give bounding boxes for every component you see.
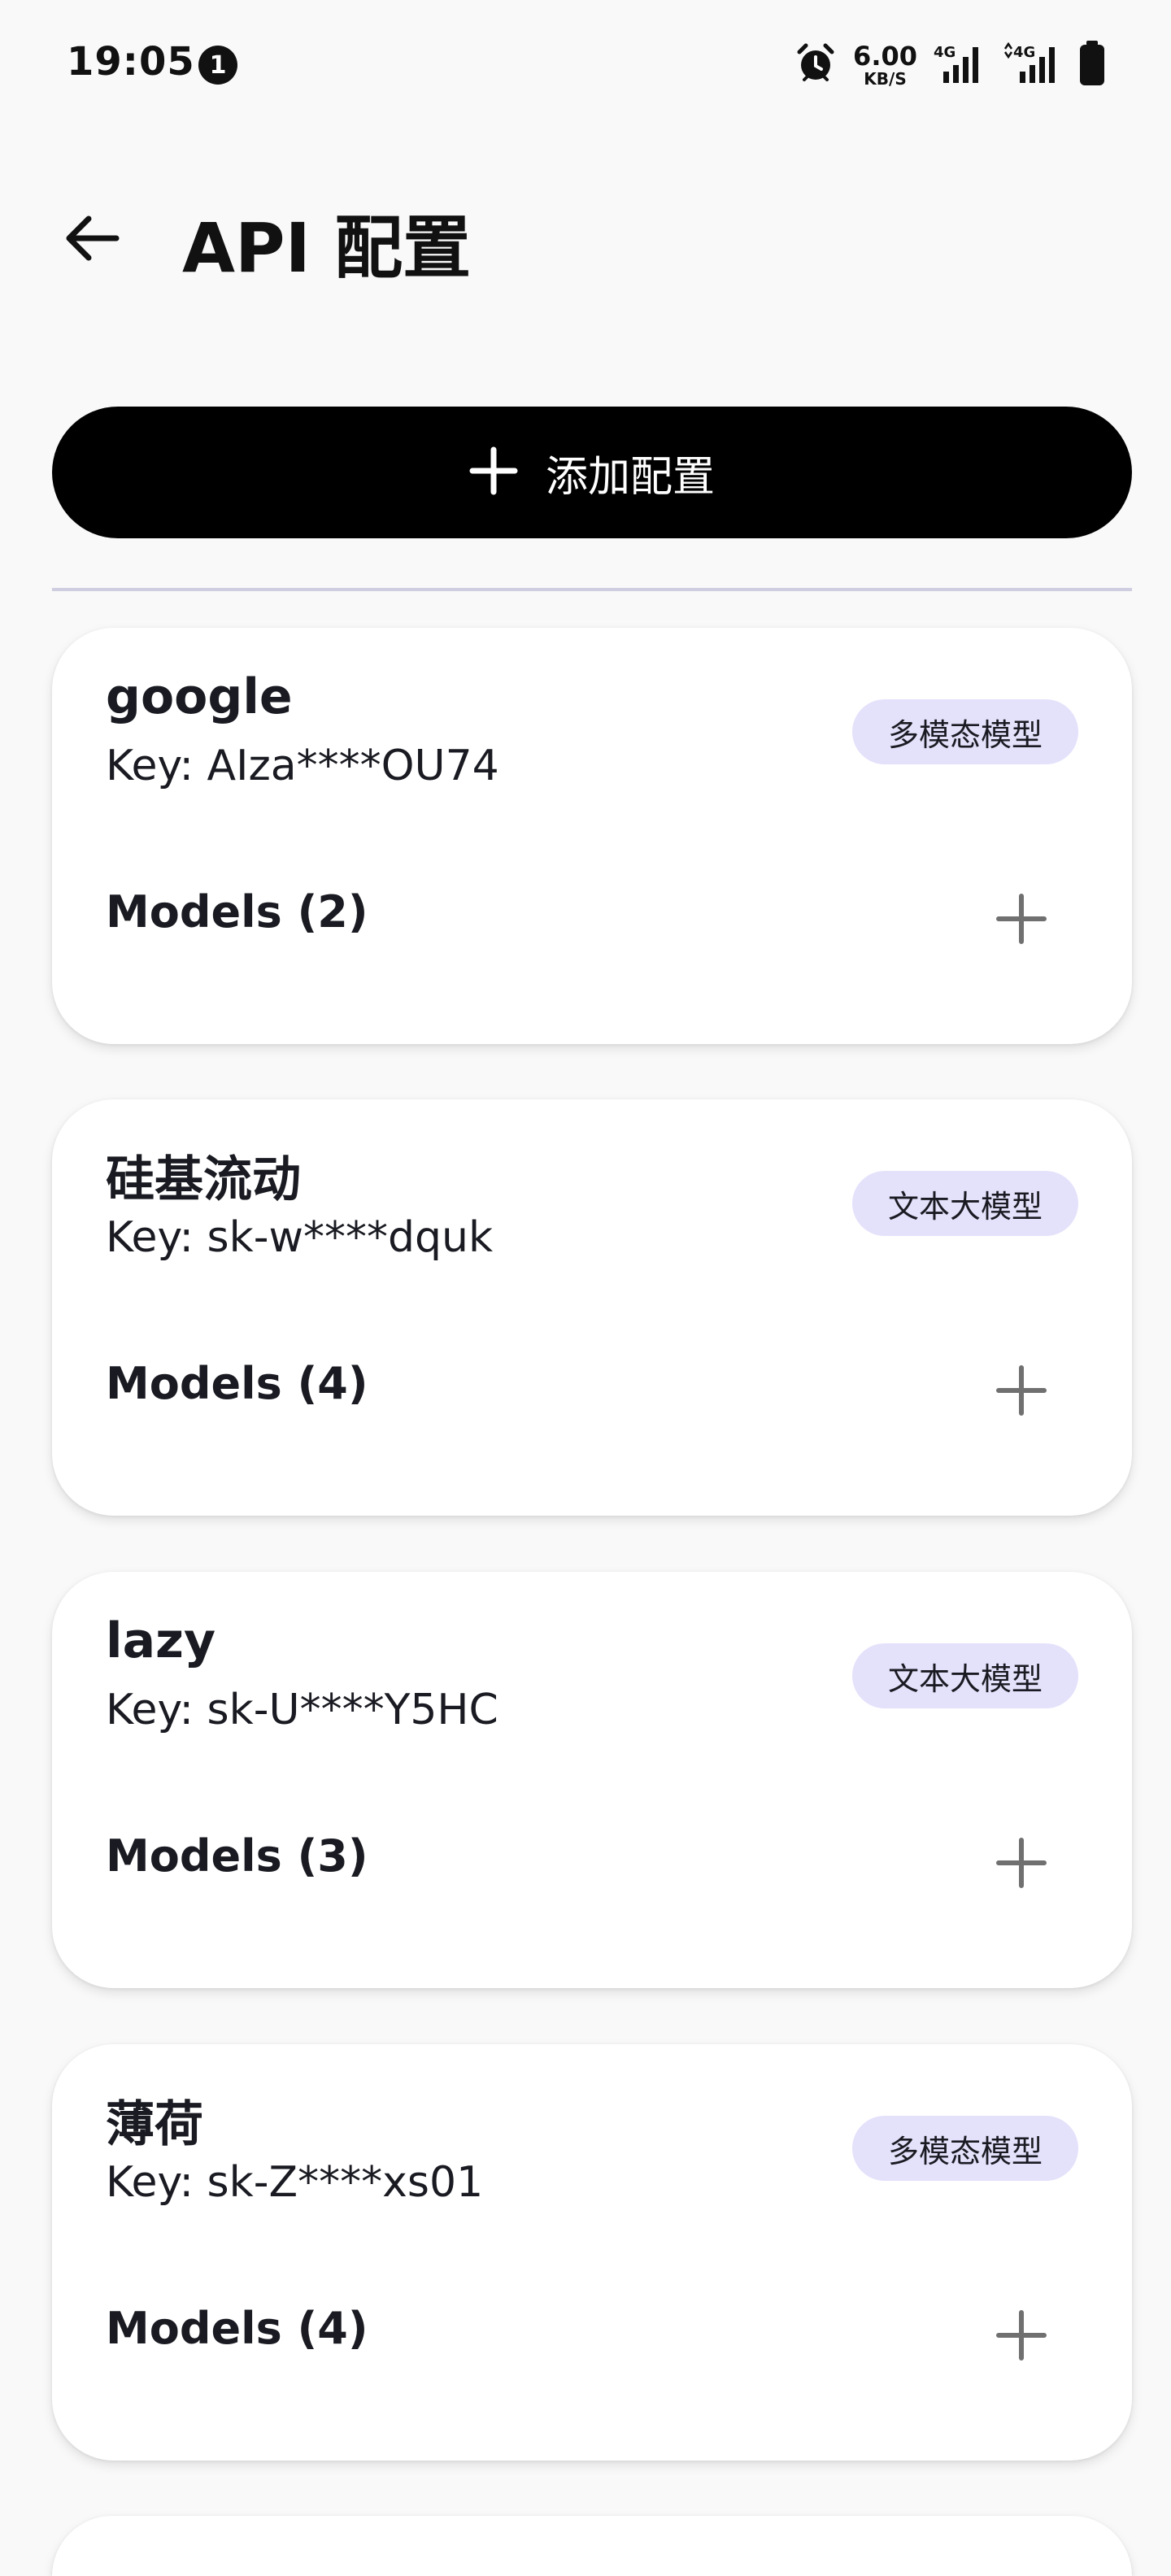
config-card[interactable]: lazy Key: sk-U****Y5HC 文本大模型 Models (3): [52, 1572, 1132, 1988]
model-type-badge: 文本大模型: [851, 1643, 1078, 1708]
config-key: Key: sk-w****dquk: [106, 1213, 494, 1262]
battery-icon: [1078, 41, 1106, 89]
add-model-button[interactable]: [981, 1351, 1062, 1433]
signal-4g-icon: 4G: [934, 42, 986, 88]
arrow-left-icon: [63, 212, 121, 268]
back-button[interactable]: [47, 195, 137, 285]
plus-icon: [469, 446, 518, 498]
config-card[interactable]: 薄荷 Key: sk-Z****xs01 多模态模型 Models (4): [52, 2044, 1132, 2461]
config-name: 硅基流动: [106, 1151, 301, 1208]
add-config-button[interactable]: 添加配置: [52, 407, 1132, 538]
add-model-button[interactable]: [981, 880, 1062, 961]
config-key: Key: sk-Z****xs01: [106, 2158, 484, 2207]
model-type-badge: 文本大模型: [851, 1171, 1078, 1236]
svg-text:4G: 4G: [934, 44, 956, 61]
config-name: 薄荷: [106, 2096, 203, 2153]
plus-icon: [995, 2309, 1047, 2365]
status-icons: 6.00 KB/S 4G 4G: [794, 39, 1106, 91]
config-card-partial[interactable]: [52, 2516, 1132, 2576]
models-count: Models (4): [106, 2303, 368, 2354]
status-time: 19:05: [67, 39, 195, 85]
net-speed-value: 6.00: [853, 41, 917, 72]
page-title: API 配置: [182, 208, 472, 288]
add-model-button[interactable]: [981, 1824, 1062, 1905]
models-count: Models (2): [106, 886, 368, 938]
config-key: Key: sk-U****Y5HC: [106, 1686, 498, 1734]
alarm-icon: [794, 42, 837, 88]
config-card[interactable]: google Key: AIza****OU74 多模态模型 Models (2…: [52, 628, 1132, 1044]
status-bar: 19:05 1 6.00 KB/S 4G 4G: [0, 0, 1171, 130]
network-speed: 6.00 KB/S: [853, 43, 917, 87]
config-name: google: [106, 668, 293, 725]
config-key: Key: AIza****OU74: [106, 742, 499, 790]
divider: [52, 588, 1132, 591]
app-bar: API 配置: [0, 163, 1171, 309]
models-count: Models (3): [106, 1830, 368, 1882]
net-speed-unit: KB/S: [864, 69, 907, 89]
plus-icon: [995, 1364, 1047, 1420]
model-type-badge: 多模态模型: [851, 699, 1078, 764]
plus-icon: [995, 893, 1047, 948]
config-card[interactable]: 硅基流动 Key: sk-w****dquk 文本大模型 Models (4): [52, 1099, 1132, 1516]
signal-4g-icon-2: 4G: [1002, 41, 1062, 88]
svg-text:4G: 4G: [1013, 44, 1035, 61]
config-name: lazy: [106, 1612, 216, 1669]
model-type-badge: 多模态模型: [851, 2116, 1078, 2181]
add-config-label: 添加配置: [545, 452, 715, 502]
add-model-button[interactable]: [981, 2296, 1062, 2378]
notification-count-badge: 1: [198, 46, 237, 85]
models-count: Models (4): [106, 1358, 368, 1409]
plus-icon: [995, 1837, 1047, 1892]
